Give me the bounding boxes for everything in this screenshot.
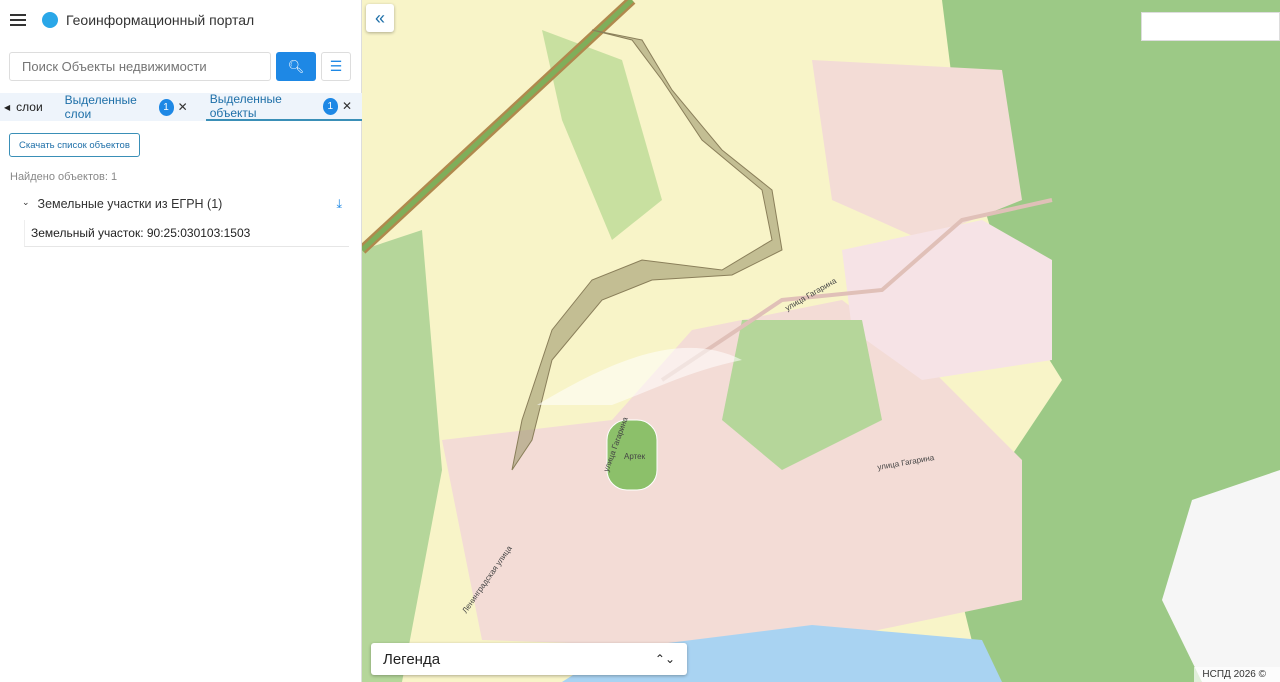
- side-panel: Геоинформационный портал 🔍︎ ☰ ◀ слои Выде…: [0, 0, 362, 682]
- tab-label: Выделенные слои: [64, 93, 137, 121]
- tab-layers[interactable]: ◀ слои: [0, 93, 47, 121]
- tab-label: слои: [16, 100, 43, 114]
- count-badge: 1: [322, 97, 338, 115]
- logo-icon: [42, 12, 58, 28]
- group-header[interactable]: ⌄ Земельные участки из ЕГРН (1) ⤓: [22, 197, 342, 212]
- search-input[interactable]: [9, 52, 271, 81]
- map-canvas[interactable]: улица Гагарина улица Гагарина Артек улиц…: [362, 0, 1280, 682]
- legend-dropdown[interactable]: Легенда ⌃⌄: [371, 643, 687, 675]
- map-control-box[interactable]: [1141, 12, 1280, 41]
- count-badge: 1: [158, 98, 174, 116]
- collapse-panel-button[interactable]: «: [366, 4, 394, 32]
- forest-strip: [362, 230, 442, 682]
- tab-selected-objects[interactable]: Выделенные объекты 1 ✕: [205, 92, 362, 121]
- chevron-down-icon[interactable]: ⌄: [22, 197, 30, 212]
- double-chevron-left-icon: «: [374, 7, 385, 28]
- map-layer: [362, 0, 1280, 682]
- menu-icon[interactable]: [10, 14, 26, 26]
- download-icon[interactable]: ⤓: [336, 197, 342, 212]
- search-icon: 🔍︎: [287, 58, 305, 74]
- close-icon[interactable]: ✕: [342, 99, 352, 113]
- tab-selected-layers[interactable]: Выделенные слои 1 ✕: [61, 93, 206, 121]
- chevron-updown-icon: ⌃⌄: [654, 652, 675, 666]
- download-list-button[interactable]: Скачать список объектов: [9, 133, 140, 157]
- found-count: Найдено объектов: 1: [10, 171, 118, 183]
- tab-label: Выделенные объекты: [209, 92, 282, 120]
- sliders-icon: ☰: [329, 58, 343, 74]
- app-title: Геоинформационный портал: [66, 12, 255, 28]
- place-label: Артек: [624, 452, 646, 461]
- tab-bar: ◀ слои Выделенные слои 1 ✕ Выделенные объек…: [0, 92, 362, 121]
- header: Геоинформационный портал: [0, 0, 361, 40]
- copyright: НСПД 2026 ©: [1194, 667, 1280, 682]
- filter-button[interactable]: ☰: [321, 52, 351, 81]
- chevron-left-icon[interactable]: ◀: [4, 103, 10, 112]
- search-button[interactable]: 🔍︎: [276, 52, 316, 81]
- legend-label: Легенда: [383, 650, 441, 668]
- list-item[interactable]: Земельный участок: 90:25:030103:1503: [24, 220, 349, 247]
- group-label: Земельные участки из ЕГРН (1): [37, 197, 223, 211]
- close-icon[interactable]: ✕: [178, 100, 188, 114]
